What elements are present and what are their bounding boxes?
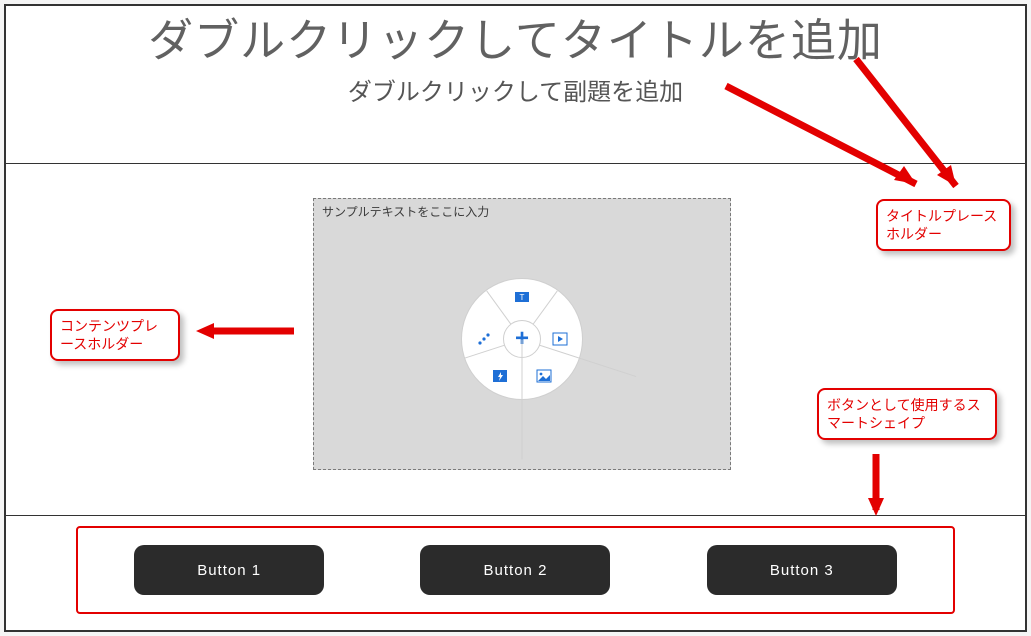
insert-wheel: T +	[462, 279, 582, 399]
arrow-to-content	[184, 316, 304, 346]
content-placeholder-hint: サンプルテキストをここに入力	[322, 203, 489, 220]
slide-frame: ダブルクリックしてタイトルを追加 ダブルクリックして副題を追加 サンプルテキスト…	[4, 4, 1027, 632]
content-placeholder[interactable]: サンプルテキストをここに入力 T +	[313, 198, 731, 470]
smart-shape-button-3[interactable]: Button 3	[707, 545, 897, 595]
smart-shape-button-1[interactable]: Button 1	[134, 545, 324, 595]
callout-smartshape: ボタンとして使用するスマートシェイプ	[817, 388, 997, 440]
callout-content-placeholder: コンテンツプレースホルダー	[50, 309, 180, 361]
chart-icon[interactable]	[476, 332, 492, 346]
media-icon[interactable]	[552, 332, 568, 346]
insert-hub-button[interactable]: +	[503, 320, 541, 358]
subtitle-placeholder[interactable]: ダブルクリックして副題を追加	[6, 72, 1025, 107]
divider-bottom	[6, 515, 1025, 516]
divider-top	[6, 163, 1025, 164]
text-caption-icon[interactable]: T	[514, 291, 530, 305]
svg-text:T: T	[520, 293, 525, 302]
smart-shape-button-2[interactable]: Button 2	[420, 545, 610, 595]
button-row: Button 1 Button 2 Button 3	[76, 526, 955, 614]
flash-icon[interactable]	[492, 369, 508, 383]
title-placeholder[interactable]: ダブルクリックしてタイトルを追加	[6, 14, 1025, 68]
image-icon[interactable]	[536, 369, 552, 383]
title-block: ダブルクリックしてタイトルを追加 ダブルクリックして副題を追加	[6, 6, 1025, 107]
callout-title-placeholder: タイトルプレースホルダー	[876, 199, 1011, 251]
arrow-to-buttons	[856, 438, 896, 520]
